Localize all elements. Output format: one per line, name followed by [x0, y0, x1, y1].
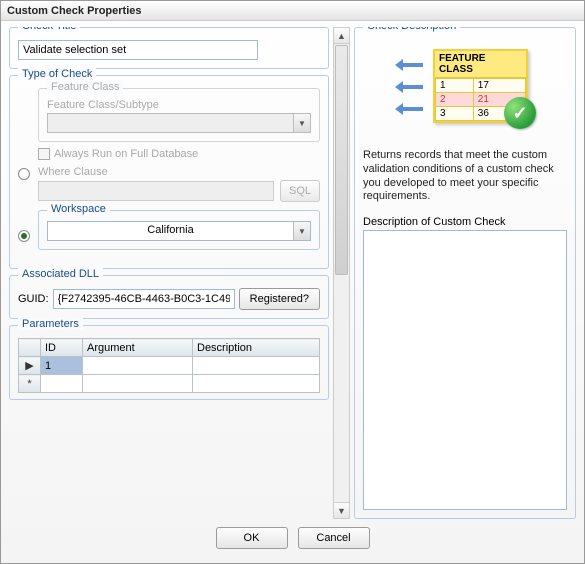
feature-class-combo: ▼ [47, 113, 311, 133]
checkmark-icon: ✓ [504, 97, 536, 129]
dialog: Custom Check Properties Check Title Type… [0, 0, 585, 564]
workspace-radio[interactable] [18, 230, 30, 242]
type-of-check-group: Type of Check Feature Class Feature Clas… [9, 75, 329, 269]
associated-dll-legend: Associated DLL [18, 268, 103, 280]
registered-button[interactable]: Registered? [239, 288, 320, 310]
where-clause-input [38, 181, 274, 201]
parameters-legend: Parameters [18, 318, 83, 330]
chevron-down-icon[interactable]: ▼ [293, 222, 310, 240]
col-description[interactable]: Description [193, 339, 320, 357]
check-description-group: Check Description FEATURE CLASS 117 221 [354, 27, 576, 519]
vertical-scrollbar[interactable]: ▲ ▼ [333, 27, 350, 519]
scroll-down-icon[interactable]: ▼ [334, 502, 349, 518]
workspace-combo[interactable]: California ▼ [47, 221, 311, 241]
custom-description-label: Description of Custom Check [363, 216, 567, 228]
cancel-button[interactable]: Cancel [298, 527, 370, 549]
custom-description-textarea[interactable] [363, 230, 567, 510]
arrow-icon [395, 103, 425, 115]
cell-id[interactable] [41, 375, 83, 393]
dialog-title: Custom Check Properties [1, 1, 584, 21]
check-title-input[interactable] [18, 40, 258, 60]
col-argument[interactable]: Argument [83, 339, 193, 357]
type-of-check-legend: Type of Check [18, 68, 96, 80]
workspace-legend: Workspace [47, 203, 110, 215]
right-panel: Check Description FEATURE CLASS 117 221 [354, 27, 576, 519]
table-row[interactable]: ▶ 1 [19, 357, 320, 375]
scroll-thumb[interactable] [335, 45, 348, 275]
scroll-up-icon[interactable]: ▲ [334, 28, 349, 44]
table-row[interactable]: * [19, 375, 320, 393]
col-id[interactable]: ID [41, 339, 83, 357]
workspace-value: California [48, 222, 293, 240]
cell-description[interactable] [193, 357, 320, 375]
check-title-group: Check Title [9, 27, 329, 69]
cell-id[interactable]: 1 [41, 357, 83, 375]
check-description-text: Returns records that meet the custom val… [363, 149, 567, 204]
associated-dll-group: Associated DLL GUID: Registered? [9, 275, 329, 319]
cell-argument[interactable] [83, 357, 193, 375]
always-run-label: Always Run on Full Database [54, 148, 198, 160]
table-header-row: ID Argument Description [19, 339, 320, 357]
sql-button: SQL [280, 180, 320, 202]
parameters-group: Parameters ID Argument Description ▶ 1 [9, 325, 329, 400]
row-marker: * [19, 375, 41, 393]
dialog-footer: OK Cancel [9, 519, 576, 559]
where-clause-label: Where Clause [38, 166, 320, 178]
feature-class-legend: Feature Class [47, 81, 123, 93]
cell-description[interactable] [193, 375, 320, 393]
check-title-legend: Check Title [18, 27, 80, 32]
feature-class-radio[interactable] [18, 168, 30, 180]
ok-button[interactable]: OK [216, 527, 288, 549]
workspace-group: Workspace California ▼ [38, 210, 320, 250]
check-description-legend: Check Description [363, 27, 460, 32]
guid-label: GUID: [18, 293, 49, 305]
row-marker: ▶ [19, 357, 41, 375]
guid-input[interactable] [53, 289, 235, 309]
check-description-illustration: FEATURE CLASS 117 221 336 ✓ [363, 40, 567, 145]
left-panel: Check Title Type of Check Feature Class [9, 27, 329, 519]
parameters-table[interactable]: ID Argument Description ▶ 1 * [18, 338, 320, 393]
chevron-down-icon: ▼ [293, 114, 310, 132]
arrow-icon [395, 81, 425, 93]
arrow-icon [395, 59, 425, 71]
feature-class-group: Feature Class Feature Class/Subtype ▼ [38, 88, 320, 142]
feature-class-label: Feature Class/Subtype [47, 99, 311, 111]
cell-argument[interactable] [83, 375, 193, 393]
always-run-checkbox [38, 148, 50, 160]
